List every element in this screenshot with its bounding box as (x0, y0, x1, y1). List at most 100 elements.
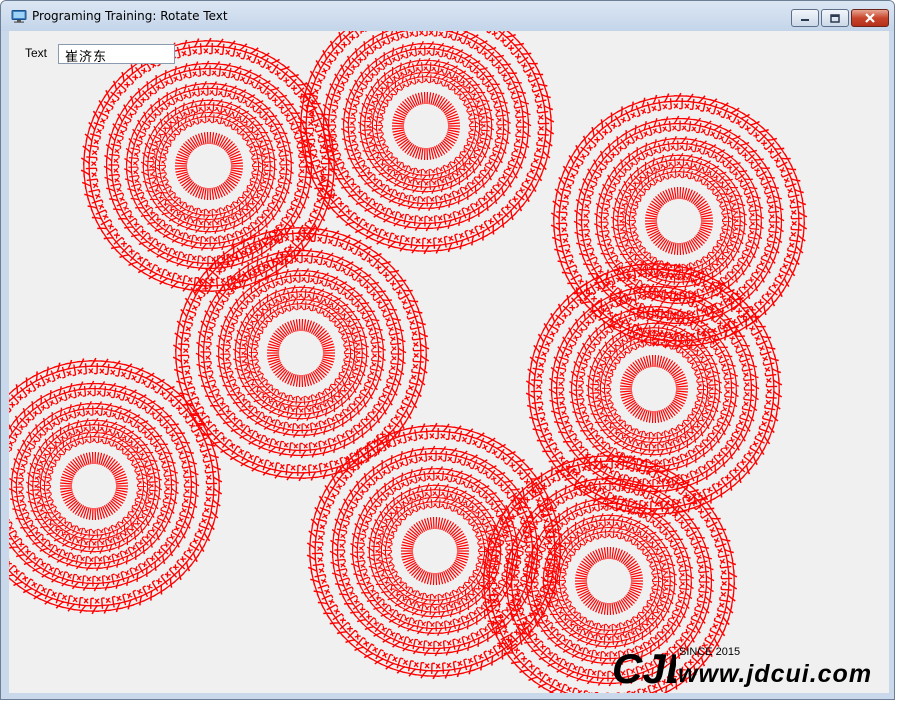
hub-stroke (94, 507, 97, 521)
hub-stroke (651, 354, 654, 368)
hub-stroke (60, 482, 73, 485)
close-icon (865, 13, 875, 23)
hub-stroke (267, 349, 280, 352)
hub-stroke (115, 479, 128, 483)
hub-stroke (620, 392, 633, 396)
hub-stroke (426, 147, 429, 161)
hub-stroke (645, 214, 658, 218)
hub-stroke (88, 452, 92, 465)
hub-stroke (175, 162, 188, 165)
hub-stroke (209, 187, 212, 201)
title-bar[interactable]: Programing Training: Rotate Text (1, 1, 894, 31)
hub-stroke (648, 355, 652, 368)
hub-stroke (456, 547, 469, 550)
hub-stroke (295, 319, 299, 332)
hub-stroke (645, 222, 658, 225)
hub-stroke (230, 159, 243, 163)
hub-stroke (630, 574, 643, 578)
hub-stroke (575, 582, 588, 585)
hub-stroke (432, 572, 435, 586)
hub-stroke (645, 224, 658, 228)
hub-stroke (651, 410, 654, 424)
watermark-domain: www.jdcui.com (678, 660, 873, 688)
hub-stroke (435, 572, 438, 586)
hub-stroke (267, 356, 280, 360)
hub-stroke (447, 127, 460, 130)
hub-stroke (211, 187, 215, 200)
hub-stroke (606, 546, 609, 560)
hub-stroke (426, 91, 429, 105)
hub-stroke (675, 385, 688, 388)
hub-stroke (456, 554, 469, 558)
hub-stroke (401, 552, 414, 555)
hub-stroke (392, 127, 405, 130)
hub-stroke (700, 222, 713, 225)
hub-stroke (611, 602, 615, 615)
hub-stroke (230, 167, 243, 170)
hub-stroke (115, 489, 128, 493)
hub-stroke (630, 584, 643, 588)
hub-stroke (700, 217, 713, 220)
hub-stroke (437, 517, 441, 530)
hub-stroke (298, 374, 301, 388)
maximize-icon (830, 13, 840, 23)
hub-stroke (447, 122, 460, 125)
hub-stroke (654, 354, 657, 368)
close-button[interactable] (851, 9, 889, 27)
hub-stroke (301, 318, 304, 332)
hub-stroke (206, 131, 209, 145)
hub-stroke (675, 390, 688, 393)
hub-stroke (392, 122, 405, 125)
hub-stroke (611, 547, 615, 560)
hub-stroke (575, 574, 588, 578)
hub-stroke (656, 355, 660, 368)
hub-stroke (96, 507, 100, 520)
hub-stroke (675, 392, 688, 396)
hub-stroke (676, 242, 679, 256)
text-input[interactable]: 崔济东 (58, 44, 175, 65)
hub-stroke (203, 187, 207, 200)
hub-stroke (675, 382, 688, 386)
rotate-text-canvas[interactable]: 东东东东东东东东东东东东东东东东东东东东东东东东东东东东东东东东东东东东东东东东… (9, 31, 889, 693)
hub-stroke (322, 346, 335, 350)
hub-stroke (645, 217, 658, 220)
hub-stroke (175, 169, 188, 173)
hub-stroke (435, 516, 438, 530)
hub-stroke (447, 129, 460, 133)
hub-stroke (423, 91, 426, 105)
hub-stroke (673, 242, 677, 255)
hub-stroke (322, 356, 335, 360)
hub-stroke (401, 544, 414, 548)
hub-stroke (428, 147, 432, 160)
maximize-button[interactable] (821, 9, 849, 27)
hub-stroke (700, 214, 713, 218)
minimize-button[interactable] (791, 9, 819, 27)
hub-stroke (206, 187, 209, 201)
hub-stroke (429, 517, 433, 530)
hub-stroke (94, 451, 97, 465)
hub-stroke (603, 602, 607, 615)
hub-stroke (432, 516, 435, 530)
hub-stroke (115, 482, 128, 485)
hub-stroke (456, 552, 469, 555)
rotated-text-spiral: 东东东东东东东东东东东东东东东东东东东东东东东东东东东东东东东东东东东东东东东东… (297, 31, 556, 255)
logo-text: CJD (612, 645, 676, 691)
hub-stroke (437, 572, 441, 585)
hub-stroke (303, 319, 307, 332)
hub-stroke (428, 92, 432, 105)
hub-stroke (609, 546, 612, 560)
hub-stroke (630, 582, 643, 585)
hub-stroke (211, 132, 215, 145)
hub-stroke (91, 451, 94, 465)
hub-stroke (679, 186, 682, 200)
hub-stroke (209, 131, 212, 145)
minimize-icon (801, 19, 809, 21)
hub-stroke (420, 92, 424, 105)
hub-stroke (96, 452, 100, 465)
hub-stroke (175, 159, 188, 163)
hub-stroke (401, 547, 414, 550)
hub-stroke (429, 572, 433, 585)
app-icon (11, 10, 27, 23)
hub-stroke (654, 410, 657, 424)
hub-stroke (606, 602, 609, 616)
